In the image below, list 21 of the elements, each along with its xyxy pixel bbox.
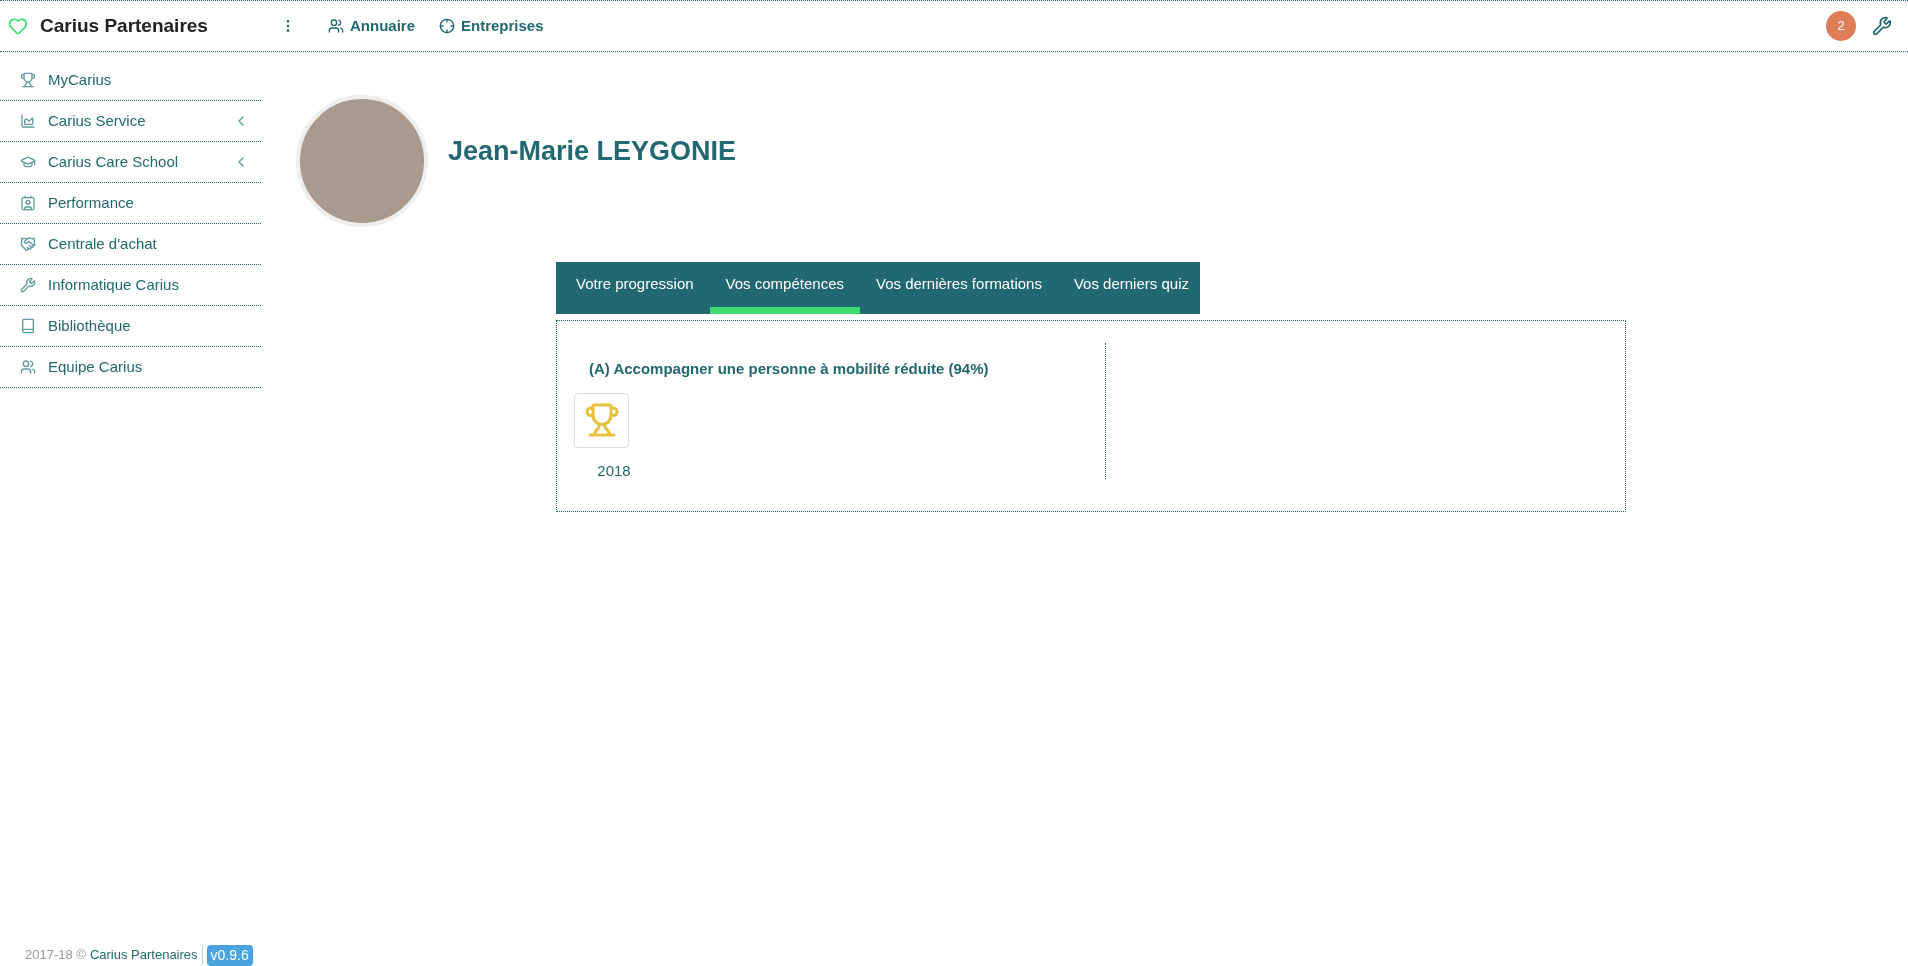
tab[interactable]: Vos dernières formations: [860, 262, 1058, 314]
copyright-text: 2017-18 ©: [25, 946, 86, 965]
nav-link[interactable]: Annuaire: [328, 14, 415, 38]
footer-link[interactable]: Carius Partenaires: [89, 945, 203, 965]
sidebar-item[interactable]: Bibliothèque: [0, 306, 261, 347]
nav-link[interactable]: Entreprises: [439, 14, 544, 38]
skill-title: (A) Accompagner une personne à mobilité réduite (94%): [589, 359, 990, 379]
version-badge: v0.9.6: [206, 944, 253, 966]
sidebar-item[interactable]: Performance: [0, 183, 261, 224]
tab[interactable]: Votre progression: [560, 262, 710, 314]
tab[interactable]: Vos compétences: [709, 262, 860, 314]
sidebar-item[interactable]: Carius Service: [0, 101, 261, 142]
brand-name[interactable]: Carius Partenaires: [40, 11, 208, 41]
sidebar-item[interactable]: Carius Care School: [0, 142, 261, 183]
sidebar-item[interactable]: MyCarius: [0, 60, 261, 101]
profile-name: Jean-Marie LEYGONIE: [448, 134, 737, 168]
sidebar-item[interactable]: Equipe Carius: [0, 347, 261, 388]
award-year: 2018: [597, 460, 631, 481]
tab[interactable]: Vos derniers quiz: [1057, 262, 1205, 314]
sidebar-item[interactable]: Informatique Carius: [0, 265, 261, 306]
sidebar-item[interactable]: Centrale d'achat: [0, 224, 261, 265]
